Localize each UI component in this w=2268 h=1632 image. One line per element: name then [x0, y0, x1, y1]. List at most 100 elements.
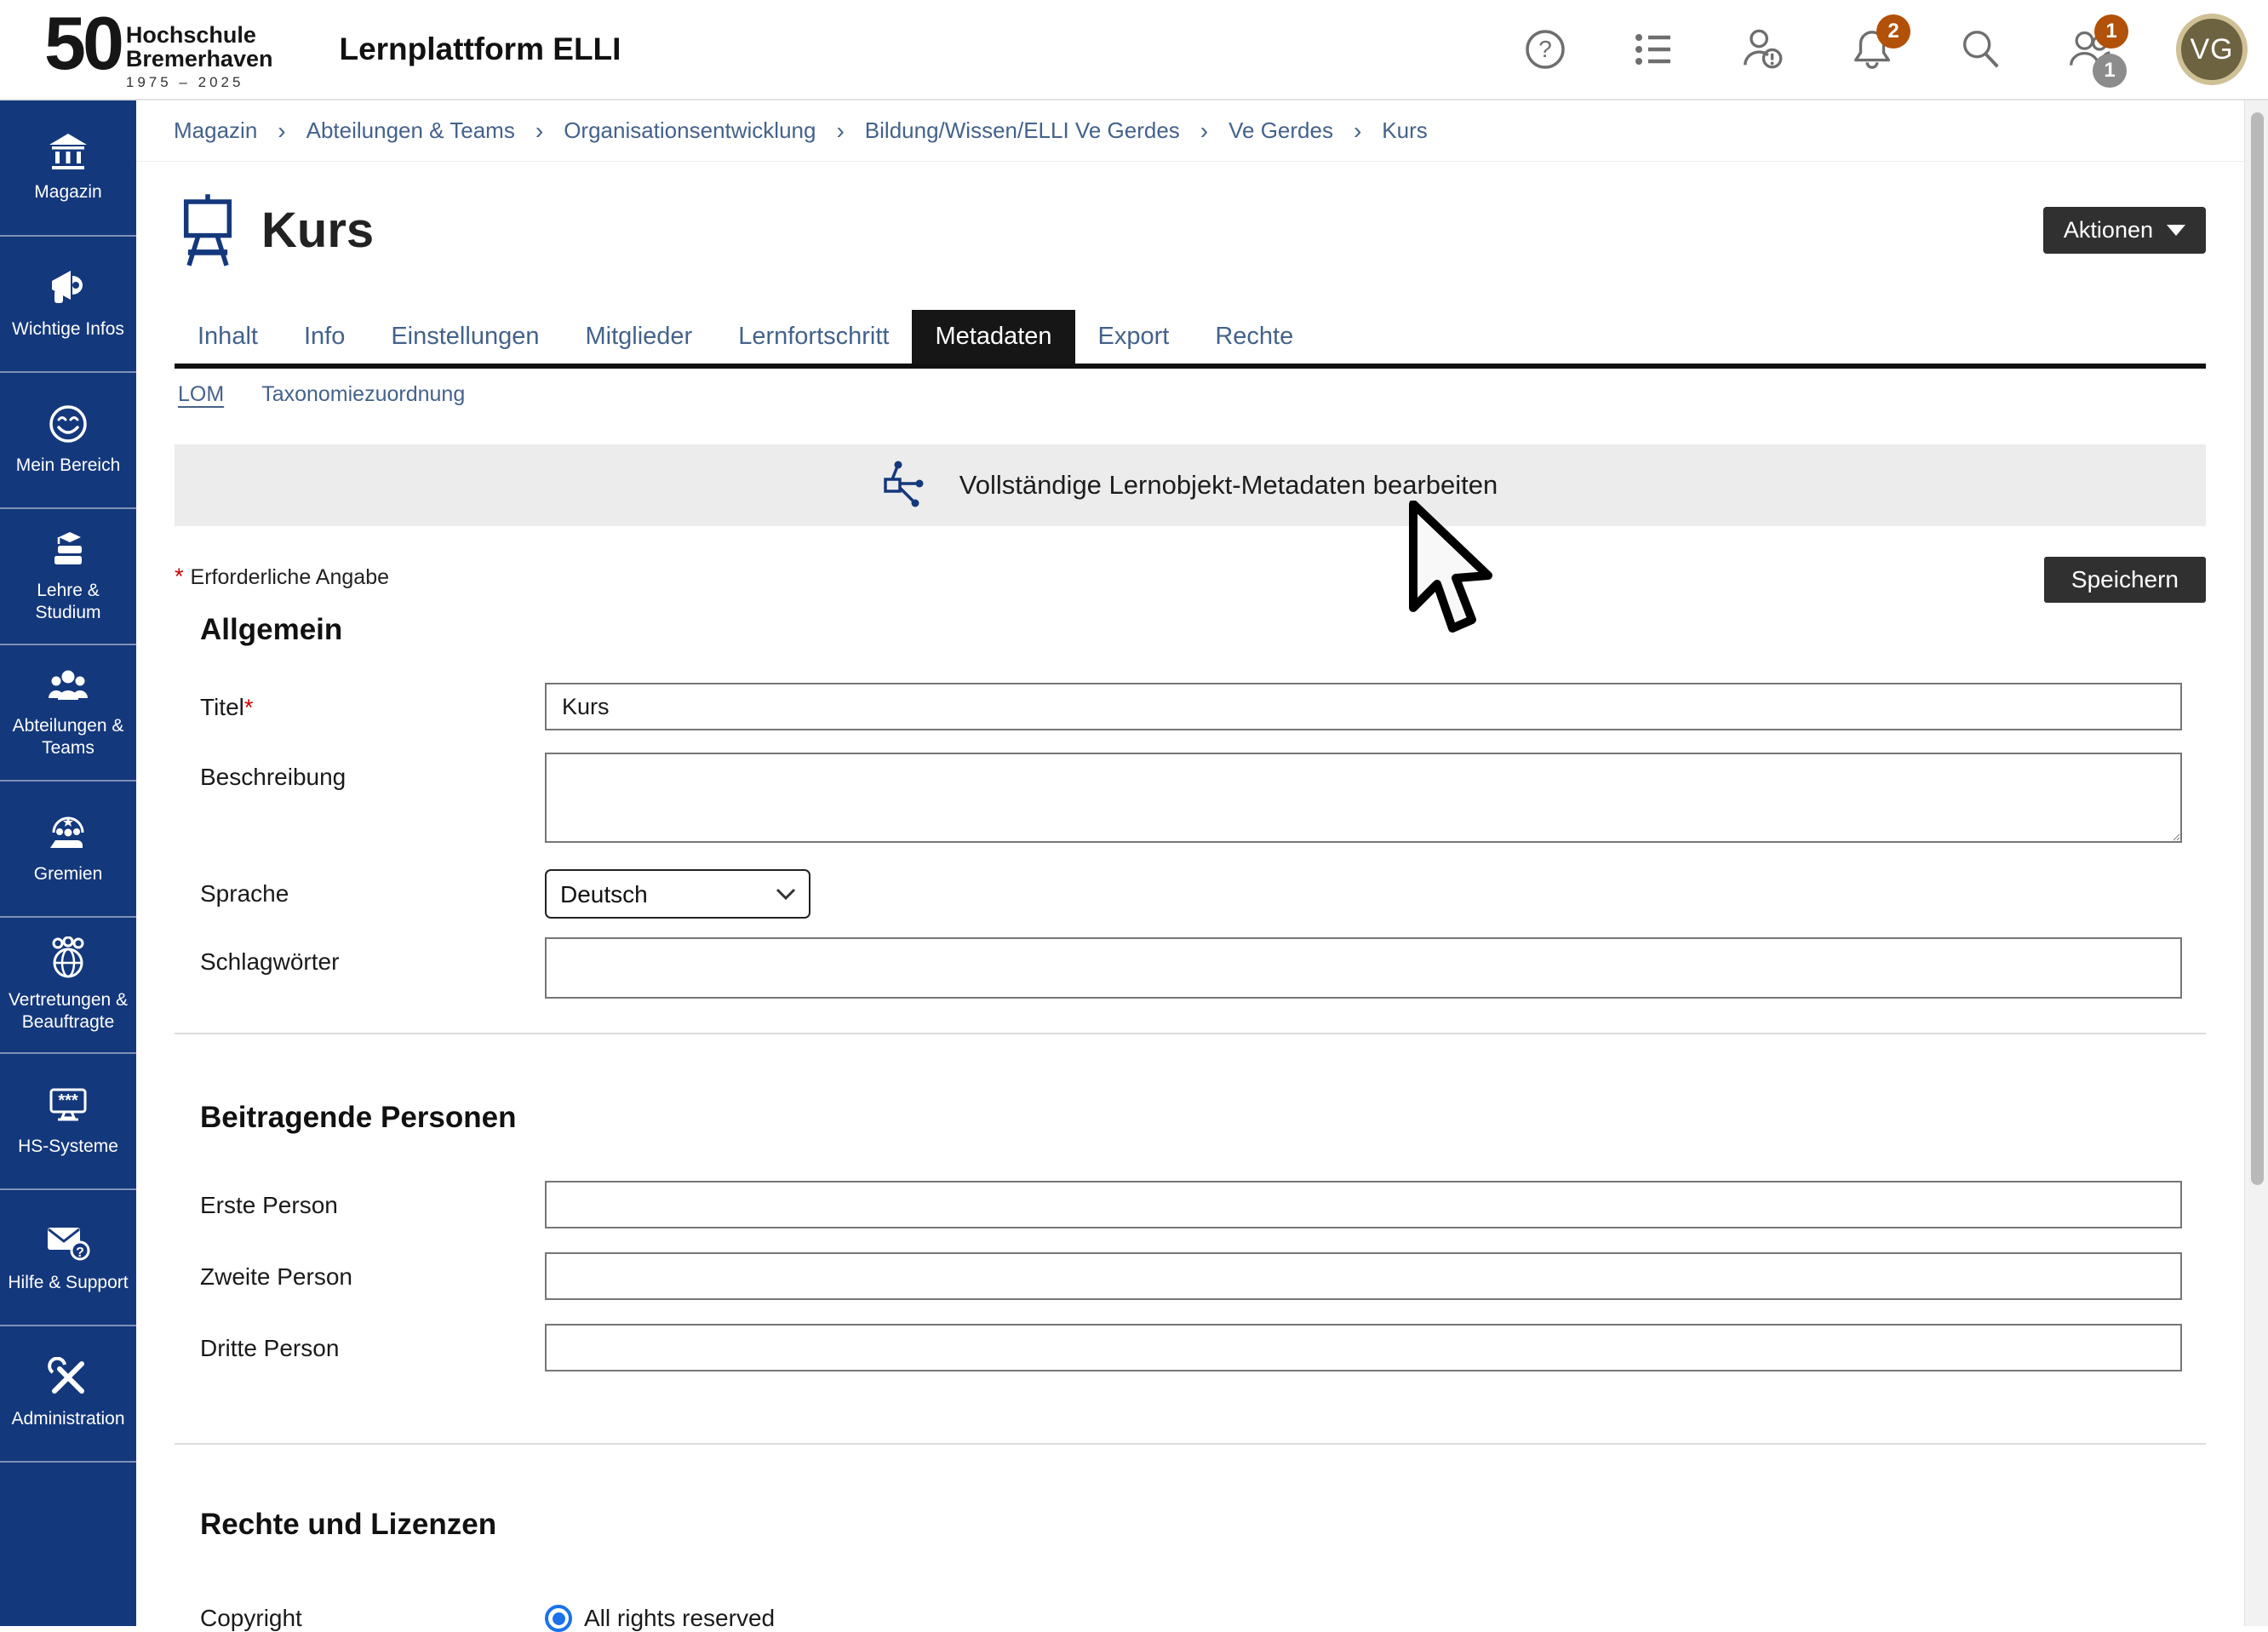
notifications-badge: 2 — [1876, 14, 1910, 49]
help-icon: ? — [1522, 26, 1568, 72]
course-icon — [176, 192, 239, 267]
awareness-button[interactable] — [1740, 26, 1786, 72]
sidebar-item-abteilungen-teams[interactable]: Abteilungen & Teams — [0, 645, 136, 782]
tab-mitglieder[interactable]: Mitglieder — [562, 310, 715, 364]
user-avatar[interactable]: VG — [2176, 14, 2248, 85]
copyright-radio[interactable] — [545, 1605, 572, 1632]
zweite-person-label: Zweite Person — [200, 1252, 545, 1291]
breadcrumb-separator: › — [836, 117, 844, 145]
logo-line1: Hochschule — [126, 23, 273, 47]
university-logo[interactable]: 50 Hochschule Bremerhaven 1975 – 2025 — [44, 8, 272, 92]
user-alert-icon — [1740, 26, 1786, 73]
sidebar-item-gremien[interactable]: Gremien — [0, 782, 136, 918]
books-icon — [48, 529, 89, 570]
section-divider — [175, 1443, 2206, 1445]
tab-metadaten[interactable]: Metadaten — [912, 310, 1074, 364]
sidebar-item-vertretungen[interactable]: Vertretungen & Beauftragte — [0, 918, 136, 1054]
save-button[interactable]: Speichern — [2044, 557, 2206, 603]
main-menu-button[interactable] — [1631, 26, 1677, 72]
sidebar-item-administration[interactable]: Administration — [0, 1326, 136, 1463]
mail-question-icon: ? — [46, 1221, 90, 1262]
breadcrumb-item-bildung-wissen[interactable]: Bildung/Wissen/ELLI Ve Gerdes — [865, 117, 1180, 144]
bank-icon — [48, 132, 89, 171]
titel-input[interactable] — [545, 683, 2182, 730]
breadcrumb-item-organisationsentwicklung[interactable]: Organisationsentwicklung — [564, 117, 816, 144]
erste-person-label: Erste Person — [200, 1181, 545, 1219]
section-heading-rechte: Rechte und Lizenzen — [200, 1508, 2206, 1542]
contacts-badge-top: 1 — [2094, 14, 2128, 49]
committee-icon — [47, 812, 89, 853]
vertical-scrollbar[interactable] — [2244, 100, 2268, 1626]
breadcrumb-item-kurs[interactable]: Kurs — [1382, 117, 1427, 144]
contacts-badge-bottom: 1 — [2093, 54, 2127, 88]
svg-text:?: ? — [76, 1245, 84, 1260]
subtab-taxonomiezuordnung[interactable]: Taxonomiezuordnung — [261, 382, 465, 407]
dritte-person-input[interactable] — [545, 1324, 2182, 1371]
main-content: Magazin › Abteilungen & Teams › Organisa… — [136, 100, 2244, 1626]
edit-full-metadata-link[interactable]: Vollständige Lernobjekt-Metadaten bearbe… — [175, 444, 2206, 526]
sidebar-item-wichtige-infos[interactable]: Wichtige Infos — [0, 237, 136, 373]
caret-down-icon — [2167, 225, 2185, 236]
breadcrumb-item-abteilungen[interactable]: Abteilungen & Teams — [306, 117, 515, 144]
subtab-bar: LOM Taxonomiezuordnung — [175, 382, 2206, 407]
logo-years: 1975 – 2025 — [126, 74, 273, 91]
erste-person-input[interactable] — [545, 1181, 2182, 1228]
tab-info[interactable]: Info — [281, 310, 368, 364]
required-asterisk: * — [175, 564, 184, 589]
sprache-select[interactable]: Deutsch — [545, 869, 810, 919]
header-icon-bar: ? 2 1 1 VG — [1522, 14, 2248, 85]
list-icon — [1631, 26, 1677, 72]
required-note: *Erforderliche Angabe — [175, 557, 389, 590]
schlagwoerter-label: Schlagwörter — [200, 937, 545, 976]
tools-icon — [48, 1357, 89, 1398]
monitor-password-icon: *** — [47, 1085, 89, 1125]
copyright-option-label: All rights reserved — [584, 1605, 775, 1632]
svg-text:?: ? — [1538, 36, 1552, 62]
sidebar-item-lehre-studium[interactable]: Lehre & Studium — [0, 509, 136, 645]
breadcrumb-item-magazin[interactable]: Magazin — [174, 117, 257, 144]
globe-people-icon — [47, 936, 89, 979]
tab-export[interactable]: Export — [1075, 310, 1193, 364]
search-icon — [1958, 26, 2004, 73]
dritte-person-label: Dritte Person — [200, 1324, 545, 1362]
section-heading-beitragende: Beitragende Personen — [200, 1101, 2206, 1135]
smiley-icon — [48, 404, 89, 444]
sidebar-item-hilfe-support[interactable]: ? Hilfe & Support — [0, 1190, 136, 1326]
copyright-label: Copyright — [200, 1605, 545, 1632]
tab-einstellungen[interactable]: Einstellungen — [368, 310, 562, 364]
megaphone-icon — [47, 267, 89, 308]
breadcrumb-separator: › — [536, 117, 543, 145]
app-header: 50 Hochschule Bremerhaven 1975 – 2025 Le… — [0, 0, 2268, 100]
sidebar-item-magazin[interactable]: Magazin — [0, 100, 136, 237]
beschreibung-textarea[interactable] — [545, 753, 2182, 843]
titel-required-asterisk: * — [244, 695, 254, 720]
search-button[interactable] — [1958, 26, 2004, 72]
logo-50: 50 — [44, 8, 121, 79]
breadcrumb-separator: › — [1200, 117, 1208, 145]
breadcrumb-separator: › — [1354, 117, 1361, 145]
section-heading-allgemein: Allgemein — [200, 613, 2206, 647]
radio-dot — [553, 1612, 565, 1625]
breadcrumb-separator: › — [278, 117, 285, 145]
page-title: Kurs — [261, 202, 374, 259]
breadcrumb-item-ve-gerdes[interactable]: Ve Gerdes — [1228, 117, 1333, 144]
subtab-lom[interactable]: LOM — [178, 382, 224, 407]
tab-rechte[interactable]: Rechte — [1192, 310, 1316, 364]
contacts-button[interactable]: 1 1 — [2067, 26, 2113, 72]
sprache-label: Sprache — [200, 869, 545, 908]
sidebar-item-hs-systeme[interactable]: *** HS-Systeme — [0, 1054, 136, 1190]
tab-inhalt[interactable]: Inhalt — [175, 310, 281, 364]
tab-bar: Inhalt Info Einstellungen Mitglieder Ler… — [175, 310, 2206, 369]
help-button[interactable]: ? — [1522, 26, 1568, 72]
sidebar-item-mein-bereich[interactable]: Mein Bereich — [0, 373, 136, 509]
notifications-button[interactable]: 2 — [1849, 26, 1895, 72]
actions-button[interactable]: Aktionen — [2043, 207, 2206, 254]
titel-label: Titel* — [200, 683, 545, 721]
section-divider — [175, 1033, 2206, 1034]
zweite-person-input[interactable] — [545, 1252, 2182, 1300]
people-group-icon — [47, 666, 89, 705]
schlagwoerter-input[interactable] — [545, 937, 2182, 999]
tab-lernfortschritt[interactable]: Lernfortschritt — [715, 310, 912, 364]
banner-label: Vollständige Lernobjekt-Metadaten bearbe… — [959, 470, 1498, 501]
scrollbar-thumb[interactable] — [2251, 112, 2264, 1185]
